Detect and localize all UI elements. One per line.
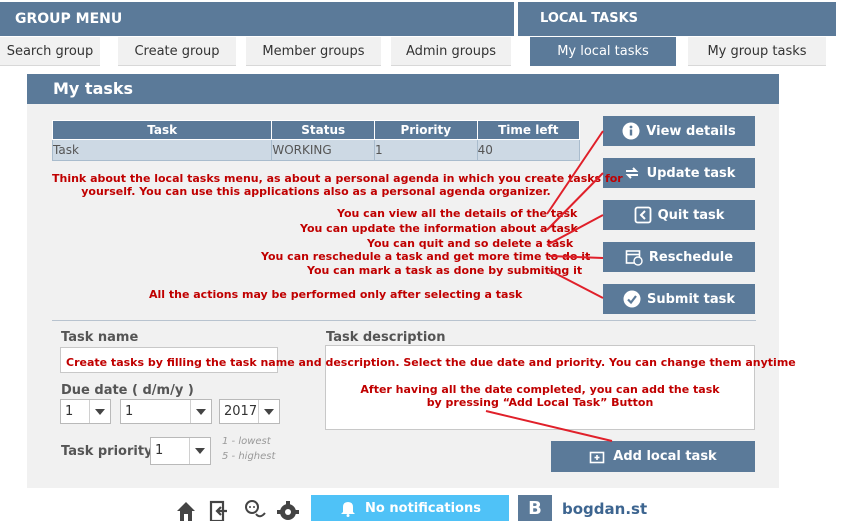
column-header-priority[interactable]: Priority <box>374 120 478 140</box>
tab-create-group[interactable]: Create group <box>118 37 236 66</box>
add-local-task-button[interactable]: Add local task <box>551 441 755 472</box>
calendar-icon <box>625 248 643 266</box>
divider <box>52 320 756 321</box>
task-name-label: Task name <box>61 330 139 345</box>
chevron-down-icon <box>258 400 279 423</box>
column-header-time-left[interactable]: Time left <box>476 120 581 140</box>
tab-search-group[interactable]: Search group <box>0 37 100 66</box>
tab-member-groups[interactable]: Member groups <box>246 37 381 66</box>
add-task-icon <box>589 448 607 466</box>
annotation-view: You can view all the details of the task <box>337 207 578 220</box>
cell-time-left: 40 <box>476 139 581 161</box>
reschedule-button[interactable]: Reschedule <box>603 242 755 272</box>
cell-priority: 1 <box>374 139 478 161</box>
logout-icon[interactable] <box>209 499 231 523</box>
quit-task-button[interactable]: Quit task <box>603 200 755 230</box>
submit-task-button[interactable]: Submit task <box>603 284 755 314</box>
cell-task: Task <box>51 139 273 161</box>
hint-lowest: 1 - lowest <box>222 436 271 447</box>
refresh-icon <box>623 164 641 182</box>
day-select[interactable]: 1 <box>60 399 111 424</box>
update-task-label: Update task <box>646 165 736 181</box>
cell-status: WORKING <box>271 139 375 161</box>
chevron-down-icon <box>89 400 110 423</box>
column-header-status[interactable]: Status <box>271 120 375 140</box>
submit-task-label: Submit task <box>646 291 736 307</box>
hint-highest: 5 - highest <box>222 451 276 462</box>
table-row[interactable]: Task WORKING 1 40 <box>51 139 581 161</box>
annotation-quit: You can quit and so delete a task <box>367 237 574 250</box>
month-select[interactable]: 1 <box>120 399 212 424</box>
year-select[interactable]: 2017 <box>219 399 280 424</box>
task-description-label: Task description <box>326 330 446 345</box>
annotation-create: Create tasks by filling the task name an… <box>66 356 796 369</box>
quit-icon <box>634 206 652 224</box>
annotation-add-line1: After having all the date completed, you… <box>360 383 720 396</box>
notifications-label: No notifications <box>365 500 481 516</box>
year-value: 2017 <box>224 404 258 419</box>
annotation-reschedule: You can reschedule a task and get more t… <box>261 250 591 263</box>
add-local-task-label: Add local task <box>613 449 717 464</box>
update-task-button[interactable]: Update task <box>603 158 755 188</box>
priority-value: 1 <box>155 443 164 458</box>
view-details-label: View details <box>646 123 736 139</box>
panel-title: My tasks <box>27 74 779 104</box>
annotation-add-line2: by pressing “Add Local Task” Button <box>426 396 654 409</box>
gear-icon[interactable] <box>277 499 299 521</box>
annotation-add: After having all the date completed, you… <box>325 383 755 409</box>
day-value: 1 <box>65 404 74 419</box>
reschedule-label: Reschedule <box>648 249 734 265</box>
chevron-down-icon <box>189 438 210 464</box>
chat-icon[interactable] <box>244 499 266 521</box>
username[interactable]: bogdan.st <box>562 500 647 518</box>
chevron-down-icon <box>190 400 211 423</box>
month-value: 1 <box>125 404 134 419</box>
annotation-intro: Think about the local tasks menu, as abo… <box>52 172 623 198</box>
tab-admin-groups[interactable]: Admin groups <box>391 37 511 66</box>
annotation-selecting: All the actions may be performed only af… <box>149 288 523 301</box>
view-details-button[interactable]: View details <box>603 116 755 146</box>
tab-my-group-tasks[interactable]: My group tasks <box>688 37 826 66</box>
bell-icon <box>339 499 357 517</box>
column-header-task[interactable]: Task <box>51 120 273 140</box>
avatar[interactable]: B <box>518 495 552 521</box>
tasks-table: Task Status Priority Time left Task WORK… <box>51 120 581 161</box>
task-priority-label: Task priority <box>61 444 153 459</box>
local-tasks-title: LOCAL TASKS <box>518 2 836 36</box>
priority-select[interactable]: 1 <box>150 437 211 465</box>
annotation-update: You can update the information about a t… <box>300 222 578 235</box>
annotation-intro-line1: Think about the local tasks menu, as abo… <box>52 172 623 185</box>
group-menu-title: GROUP MENU <box>0 2 514 36</box>
annotation-intro-line2: yourself. You can use this applications … <box>81 185 551 198</box>
quit-task-label: Quit task <box>657 207 725 223</box>
table-header-row: Task Status Priority Time left <box>51 120 581 140</box>
notifications-button[interactable]: No notifications <box>311 495 509 521</box>
tab-my-local-tasks[interactable]: My local tasks <box>530 37 676 66</box>
annotation-submit: You can mark a task as done by submiting… <box>307 264 583 277</box>
home-icon[interactable] <box>175 499 197 521</box>
due-date-label: Due date ( d/m/y ) <box>61 383 194 398</box>
info-icon <box>622 122 640 140</box>
check-circle-icon <box>623 290 641 308</box>
